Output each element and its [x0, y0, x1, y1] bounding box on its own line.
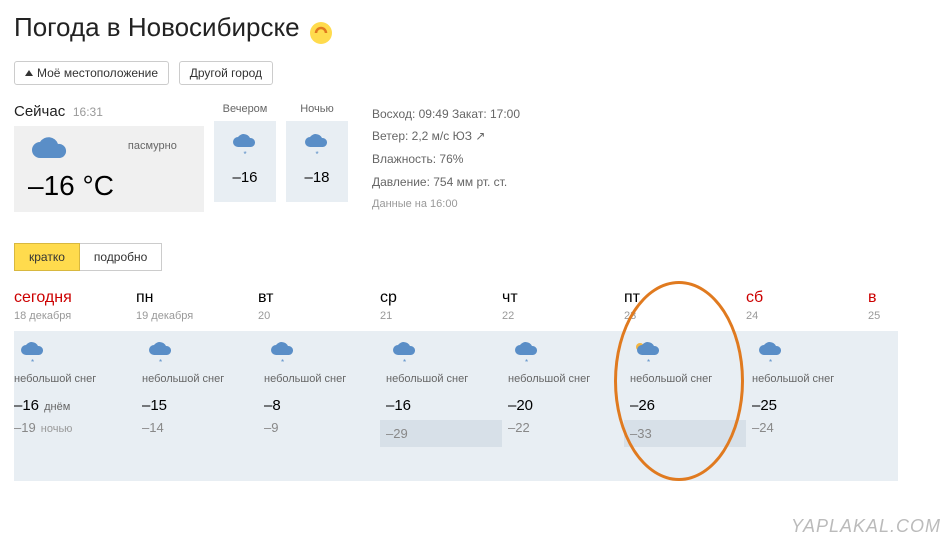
forecast-body: * небольшой снег –15 –14	[136, 331, 258, 481]
forecast-row: сегодня 18 декабря * небольшой снег –16 днём…	[14, 287, 935, 481]
day-name: сб	[746, 289, 868, 307]
snow-cloud-icon: *	[390, 341, 496, 367]
forecast-body: * небольшой снег –8 –9	[258, 331, 380, 481]
day-name: в	[868, 289, 898, 307]
forecast-day[interactable]: пн 19 декабря * небольшой снег –15 –14	[136, 287, 258, 481]
evening-label: Вечером	[214, 103, 276, 115]
snow-cloud-icon: *	[756, 341, 862, 367]
day-name: пт	[624, 289, 746, 307]
data-timestamp: Данные на 16:00	[372, 194, 520, 215]
forecast-day[interactable]: сегодня 18 декабря * небольшой снег –16 днём…	[14, 287, 136, 481]
forecast-high: –8	[264, 397, 374, 414]
forecast-condition: небольшой снег	[264, 373, 374, 385]
forecast-condition: небольшой снег	[752, 373, 862, 385]
svg-text:*: *	[159, 358, 162, 367]
forecast-body: * небольшой снег –16 –29	[380, 331, 502, 481]
sunrise-sunset: Восход: 09:49 Закат: 17:00	[372, 103, 520, 126]
evening-card: * –16	[214, 121, 276, 202]
forecast-day[interactable]: ср 21 * небольшой снег –16 –29	[380, 287, 502, 481]
forecast-condition: небольшой снег	[142, 373, 252, 385]
day-date: 21	[380, 310, 502, 322]
snow-cloud-icon: *	[218, 133, 272, 159]
sun-snow-cloud-icon: *	[634, 341, 740, 367]
snow-cloud-icon: *	[18, 341, 130, 367]
forecast-condition: небольшой снег	[386, 373, 496, 385]
day-date: 25	[868, 310, 898, 322]
day-name: ср	[380, 289, 502, 307]
forecast-day[interactable]: вт 20 * небольшой снег –8 –9	[258, 287, 380, 481]
forecast-condition: небольшой снег	[14, 373, 130, 385]
day-date: 22	[502, 310, 624, 322]
now-time: 16:31	[73, 105, 103, 119]
svg-text:*: *	[315, 150, 318, 159]
forecast-high: –25	[752, 397, 862, 414]
current-weather-card: –16 °C пасмурно	[14, 126, 204, 212]
day-name: чт	[502, 289, 624, 307]
night-card: * –18	[286, 121, 348, 202]
forecast-body: * небольшой снег –16 днём –19 ночью	[14, 331, 136, 481]
forecast-low: –19 ночью	[14, 420, 130, 435]
day-date: 18 декабря	[14, 310, 136, 322]
forecast-body	[868, 331, 898, 481]
current-condition: пасмурно	[128, 140, 177, 152]
night-temp: –18	[290, 169, 344, 186]
snow-cloud-icon: *	[146, 341, 252, 367]
forecast-body: * небольшой снег –26 –33	[624, 331, 746, 481]
tab-detailed[interactable]: подробно	[80, 243, 162, 271]
evening-temp: –16	[218, 169, 272, 186]
svg-text:*: *	[403, 358, 406, 367]
forecast-day[interactable]: сб 24 * небольшой снег –25 –24	[746, 287, 868, 481]
forecast-condition: небольшой снег	[508, 373, 618, 385]
snow-cloud-icon: *	[512, 341, 618, 367]
svg-text:*: *	[525, 358, 528, 367]
forecast-day[interactable]: чт 22 * небольшой снег –20 –22	[502, 287, 624, 481]
forecast-high: –26	[630, 397, 740, 414]
now-label: Сейчас	[14, 103, 65, 120]
snow-cloud-icon: *	[290, 133, 344, 159]
day-name: сегодня	[14, 289, 136, 307]
forecast-day[interactable]: пт 23 * небольшой снег –26 –33	[624, 287, 746, 481]
forecast-body: * небольшой снег –25 –24	[746, 331, 868, 481]
yandex-weather-logo	[309, 21, 333, 45]
forecast-high: –16 днём	[14, 397, 130, 414]
night-label: Ночью	[286, 103, 348, 115]
my-location-button[interactable]: Моё местоположение	[14, 61, 169, 85]
svg-text:*: *	[281, 358, 284, 367]
day-date: 19 декабря	[136, 310, 258, 322]
forecast-day[interactable]: в 25	[868, 287, 898, 481]
day-name: вт	[258, 289, 380, 307]
snow-cloud-icon: *	[268, 341, 374, 367]
forecast-high: –16	[386, 397, 496, 414]
tab-brief[interactable]: кратко	[14, 243, 80, 271]
forecast-low: –24	[752, 420, 862, 435]
humidity-info: Влажность: 76%	[372, 148, 520, 171]
location-arrow-icon	[25, 70, 33, 76]
forecast-low: –14	[142, 420, 252, 435]
watermark: YAPLAKAL.COM	[791, 516, 941, 537]
day-date: 23	[624, 310, 746, 322]
page-title: Погода в Новосибирске	[14, 12, 300, 43]
day-name: пн	[136, 289, 258, 307]
forecast-low: –22	[508, 420, 618, 435]
forecast-low: –9	[264, 420, 374, 435]
svg-text:*: *	[243, 150, 246, 159]
day-date: 24	[746, 310, 868, 322]
current-temp: –16 °C	[28, 170, 114, 202]
svg-text:*: *	[31, 358, 34, 367]
wind-info: Ветер: 2,2 м/с ЮЗ ↗	[372, 125, 520, 148]
cloud-icon	[28, 136, 114, 164]
forecast-body: * небольшой снег –20 –22	[502, 331, 624, 481]
forecast-high: –15	[142, 397, 252, 414]
forecast-low: –29	[380, 420, 502, 447]
other-city-button[interactable]: Другой город	[179, 61, 273, 85]
svg-text:*: *	[647, 358, 650, 367]
forecast-low: –33	[624, 420, 746, 447]
weather-details: Восход: 09:49 Закат: 17:00 Ветер: 2,2 м/…	[372, 103, 520, 215]
svg-text:*: *	[769, 358, 772, 367]
wind-arrow-icon: ↗	[475, 129, 485, 143]
forecast-condition: небольшой снег	[630, 373, 740, 385]
pressure-info: Давление: 754 мм рт. ст.	[372, 171, 520, 194]
forecast-high: –20	[508, 397, 618, 414]
day-date: 20	[258, 310, 380, 322]
